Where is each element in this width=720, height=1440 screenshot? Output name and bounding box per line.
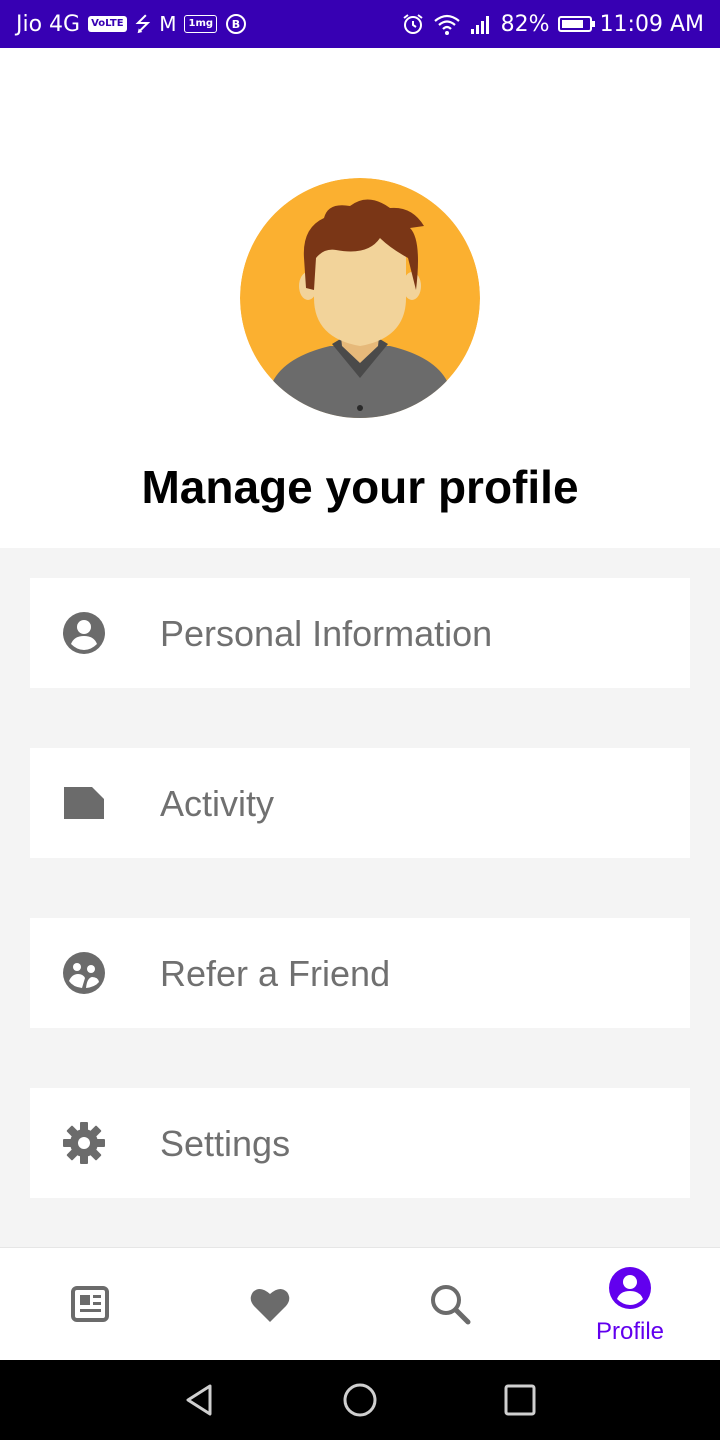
note-icon: [64, 787, 104, 819]
status-right: 82% 11:09 AM: [401, 12, 704, 37]
search-icon: [431, 1285, 471, 1325]
newspaper-icon: [71, 1286, 109, 1322]
volte-badge: VoLTE: [88, 16, 127, 32]
carrier-label: Jio 4G: [16, 11, 81, 37]
signal-icon: [470, 16, 489, 34]
clock: 11:09 AM: [599, 11, 704, 37]
battery-icon: [557, 16, 595, 32]
menu-item-refer-a-friend[interactable]: Refer a Friend: [30, 918, 690, 1028]
back-icon[interactable]: [180, 1380, 220, 1420]
battery-level-fill: [561, 20, 583, 28]
system-navigation-bar: [0, 1360, 720, 1440]
menu-item-label: Personal Information: [160, 613, 493, 654]
bottom-navigation: Profile: [0, 1247, 720, 1360]
profile-icon: [609, 1267, 651, 1309]
menu-item-personal-information[interactable]: Personal Information: [30, 578, 690, 688]
user-avatar-illustration: [240, 178, 480, 418]
nav-label-profile: Profile: [595, 1318, 665, 1345]
status-left: Jio 4G VoLTE ⭍ M 1mg B: [16, 12, 247, 37]
account-circle-icon: [63, 612, 105, 654]
menu-item-settings[interactable]: Settings: [30, 1088, 690, 1198]
recents-icon[interactable]: [500, 1380, 540, 1420]
nav-item-search[interactable]: [360, 1248, 540, 1361]
avatar: [240, 178, 480, 418]
menu-section: Personal Information Activity Refer a Fr…: [0, 548, 720, 1247]
menu-item-label: Settings: [160, 1123, 291, 1164]
menu-item-label: Refer a Friend: [160, 953, 391, 994]
tata-1mg-icon: 1mg: [184, 15, 218, 33]
nav-item-favorites[interactable]: [180, 1248, 360, 1361]
menu-item-activity[interactable]: Activity: [30, 748, 690, 858]
usb-icon: ⭍: [134, 12, 152, 36]
b-badge-icon: B: [226, 14, 247, 34]
refer-friend-icon: [63, 952, 105, 994]
menu-item-label: Activity: [160, 783, 275, 824]
heart-icon: [250, 1288, 290, 1322]
svg-text:B: B: [232, 18, 240, 31]
alarm-icon: [403, 14, 423, 34]
gear-icon: [63, 1122, 105, 1164]
nav-item-news[interactable]: [0, 1248, 180, 1361]
gmail-icon: M: [159, 12, 177, 36]
profile-header: Manage your profile: [0, 48, 720, 548]
status-bar: Jio 4G VoLTE ⭍ M 1mg B 82% 11:09 AM: [0, 0, 720, 48]
wifi-icon: [433, 14, 460, 35]
nav-item-profile[interactable]: Profile: [540, 1248, 720, 1361]
home-icon[interactable]: [340, 1380, 380, 1420]
battery-percent: 82%: [500, 11, 550, 37]
page-title: Manage your profile: [141, 461, 579, 513]
